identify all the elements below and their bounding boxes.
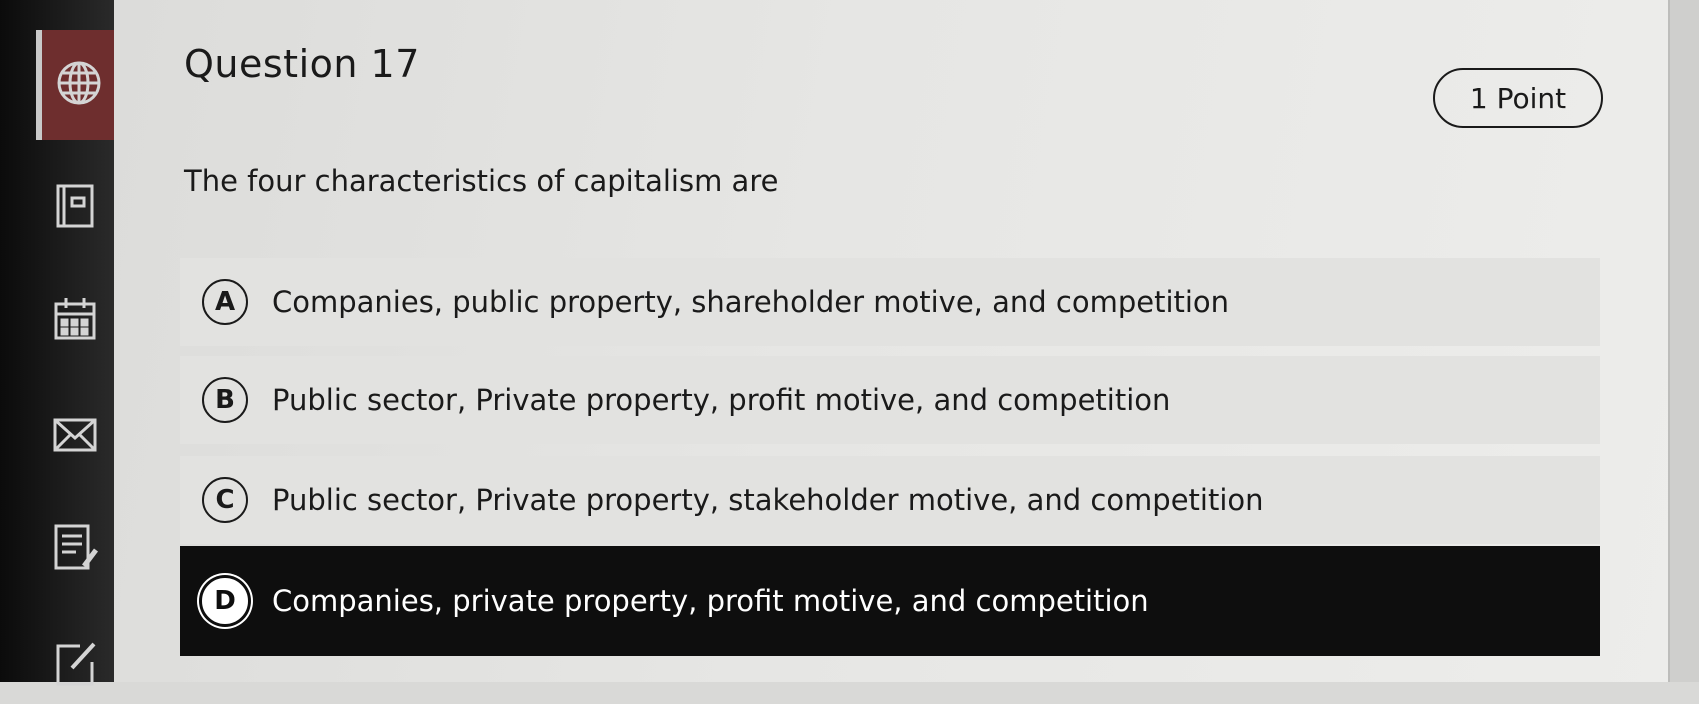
panel-edge	[1668, 0, 1699, 682]
document-edit-icon	[50, 522, 100, 576]
sidebar-item-calendar[interactable]	[36, 282, 114, 360]
option-letter: B	[202, 377, 248, 423]
notebook-icon	[50, 180, 100, 234]
sidebar	[0, 0, 116, 686]
option-letter: A	[202, 279, 248, 325]
option-c[interactable]: C Public sector, Private property, stake…	[180, 456, 1600, 544]
sidebar-item-assignments[interactable]	[36, 510, 114, 588]
question-text: The four characteristics of capitalism a…	[184, 164, 779, 198]
option-label: Companies, public property, shareholder …	[272, 285, 1230, 319]
option-letter: C	[202, 477, 248, 523]
question-title: Question 17	[184, 42, 420, 86]
sidebar-item-notebook[interactable]	[36, 168, 114, 246]
calendar-icon	[50, 294, 100, 348]
globe-icon	[54, 58, 104, 112]
option-a[interactable]: A Companies, public property, shareholde…	[180, 258, 1600, 346]
option-letter: D	[202, 578, 248, 624]
option-b[interactable]: B Public sector, Private property, profi…	[180, 356, 1600, 444]
mail-icon	[50, 410, 100, 464]
sidebar-item-globe[interactable]	[36, 30, 116, 140]
edit-icon	[50, 638, 100, 692]
sidebar-item-edit[interactable]	[36, 626, 114, 704]
option-label: Public sector, Private property, stakeho…	[272, 483, 1264, 517]
option-label: Companies, private property, profit moti…	[272, 584, 1149, 618]
option-label: Public sector, Private property, profit …	[272, 383, 1171, 417]
points-badge: 1 Point	[1433, 68, 1603, 128]
sidebar-item-mail[interactable]	[36, 398, 114, 476]
option-d[interactable]: D Companies, private property, profit mo…	[180, 546, 1600, 656]
